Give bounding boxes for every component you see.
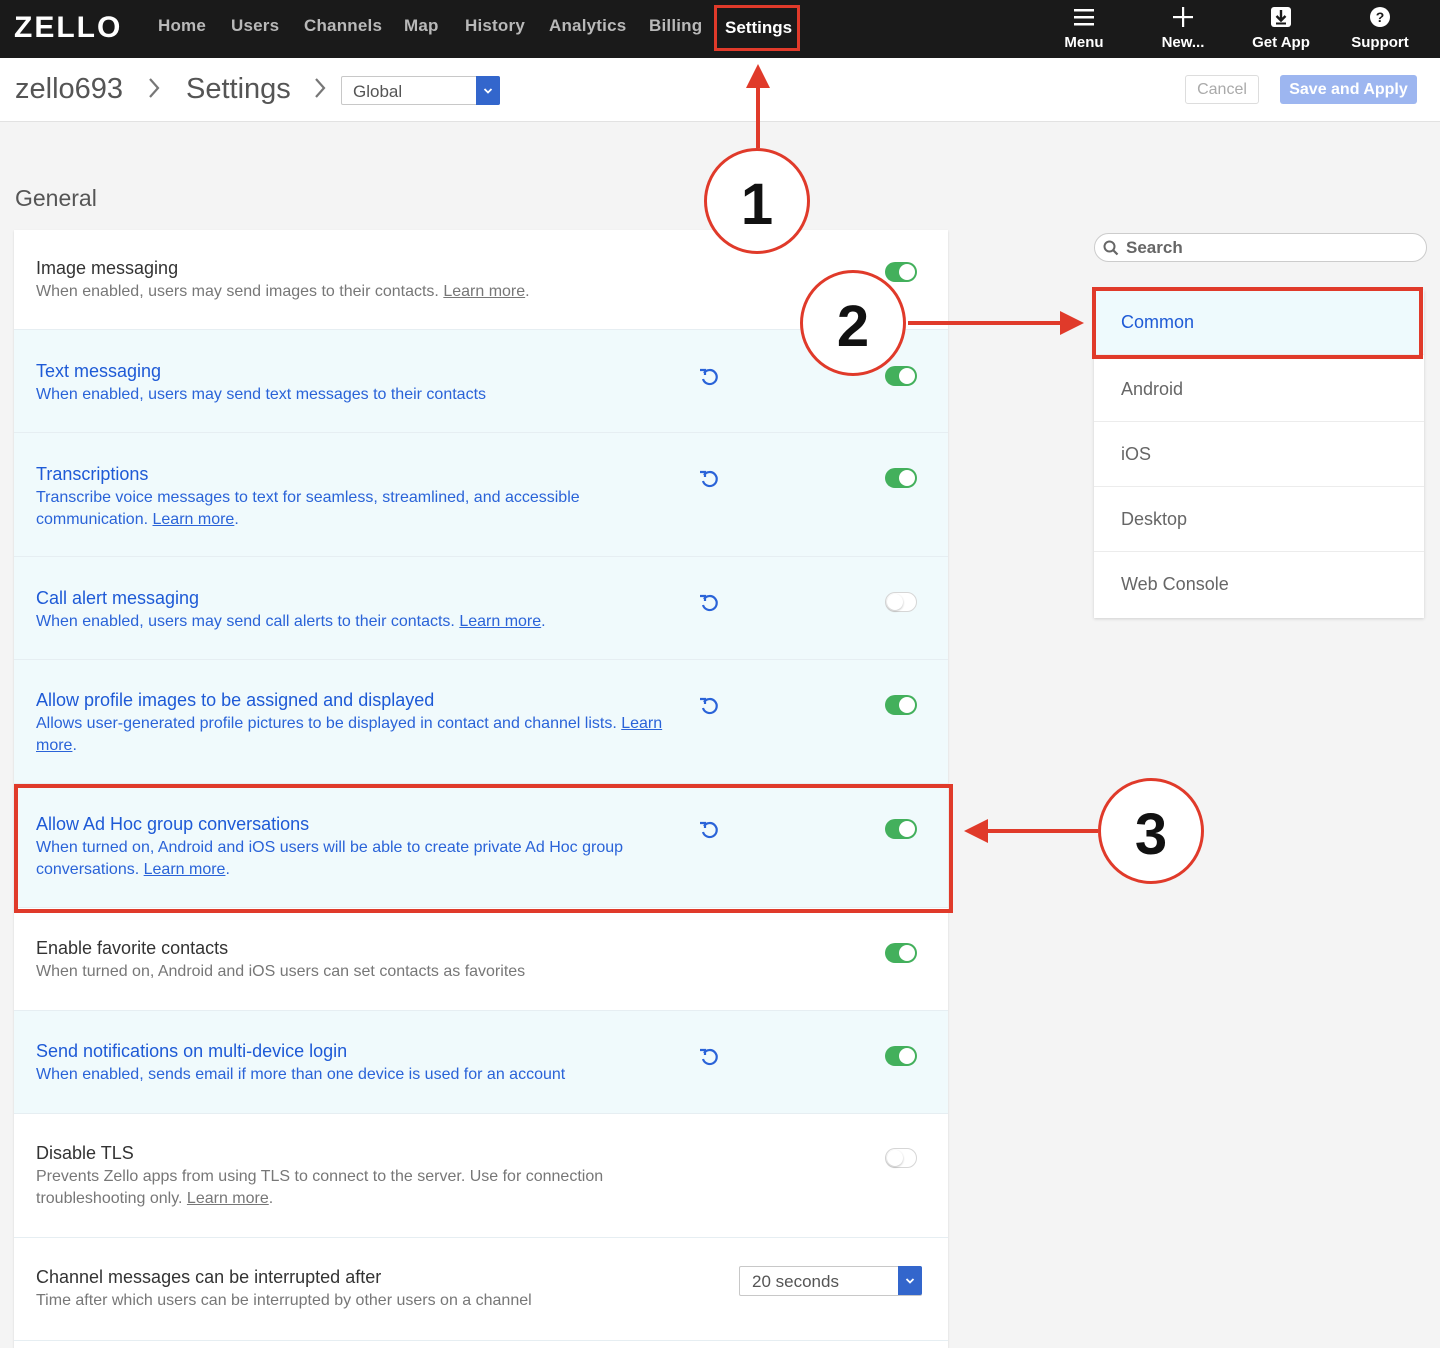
search-icon [1103, 240, 1119, 256]
nav-channels[interactable]: Channels [304, 16, 382, 36]
callout-1: 1 [704, 148, 810, 254]
interrupt-time-select[interactable]: 20 seconds [739, 1266, 922, 1296]
setting-toggle[interactable] [885, 1046, 917, 1066]
setting-title: Text messaging [36, 361, 162, 381]
setting-toggle[interactable] [885, 592, 917, 612]
reset-icon[interactable] [698, 591, 720, 613]
setting-title: Transcriptions [36, 464, 149, 484]
interrupt-time-value: 20 seconds [752, 1272, 839, 1291]
setting-row: Channel messages can be interrupted afte… [14, 1238, 948, 1341]
help-icon: ? [1370, 7, 1390, 27]
get-app-button[interactable]: Get App [1236, 4, 1326, 51]
setting-title: Image messaging [36, 258, 179, 278]
cancel-button[interactable]: Cancel [1185, 75, 1259, 104]
top-nav-bar: ZELLO Home Users Channels Map History An… [0, 0, 1440, 58]
setting-desc: Prevents Zello apps from using TLS to co… [36, 1168, 604, 1207]
breadcrumb-settings: Settings [186, 73, 291, 105]
setting-toggle[interactable] [885, 366, 917, 386]
setting-desc: When enabled, users may send call alerts… [36, 613, 546, 630]
page-header: zello693 Settings Global Cancel Save and… [0, 58, 1440, 122]
setting-row: Enable favorite contacts When turned on,… [14, 908, 948, 1011]
learn-more-link[interactable]: Learn more [459, 613, 541, 630]
setting-desc: When enabled, users may send text messag… [36, 386, 487, 403]
scope-select-value: Global [353, 82, 403, 101]
category-web-console[interactable]: Web Console [1094, 552, 1424, 617]
learn-more-link[interactable]: Learn more [187, 1190, 269, 1207]
search-input[interactable]: Search [1094, 233, 1427, 262]
new-label: New... [1161, 34, 1205, 51]
menu-label: Menu [1064, 34, 1104, 51]
support-label: Support [1351, 34, 1409, 51]
setting-desc: When turned on, Android and iOS users ca… [36, 963, 526, 980]
setting-desc: When enabled, sends email if more than o… [36, 1066, 566, 1083]
learn-more-link[interactable]: Learn more [153, 511, 235, 528]
setting-title: Allow profile images to be assigned and … [36, 690, 435, 710]
reset-icon[interactable] [698, 467, 720, 489]
scope-select-toggle[interactable] [476, 76, 500, 105]
callout-3: 3 [1098, 778, 1204, 884]
setting-row: Disable TLS Prevents Zello apps from usi… [14, 1114, 948, 1238]
setting-toggle[interactable] [885, 943, 917, 963]
nav-settings[interactable]: Settings [714, 5, 800, 51]
highlight-ad-hoc-setting [14, 784, 953, 913]
search-placeholder: Search [1126, 238, 1183, 257]
setting-desc: Allows user-generated profile pictures t… [36, 715, 663, 754]
chevron-down-icon [483, 87, 493, 94]
section-title: General [15, 185, 97, 211]
setting-title: Call alert messaging [36, 588, 200, 608]
setting-toggle[interactable] [885, 1148, 917, 1168]
setting-desc: When enabled, users may send images to t… [36, 283, 530, 300]
chevron-right-icon [315, 78, 326, 98]
reset-icon[interactable] [698, 694, 720, 716]
hamburger-icon [1074, 9, 1094, 26]
nav-home[interactable]: Home [158, 16, 206, 36]
support-button[interactable]: ? Support [1335, 4, 1425, 51]
plus-icon [1173, 7, 1193, 27]
category-android[interactable]: Android [1094, 357, 1424, 422]
scope-select[interactable]: Global [341, 76, 500, 105]
menu-button[interactable]: Menu [1039, 4, 1129, 51]
save-and-apply-button[interactable]: Save and Apply [1280, 75, 1417, 104]
interrupt-time-toggle[interactable] [898, 1266, 922, 1295]
chevron-right-icon [149, 78, 160, 98]
category-ios[interactable]: iOS [1094, 422, 1424, 487]
nav-settings-label: Settings [725, 18, 793, 37]
setting-row: Send notifications on multi-device login… [14, 1011, 948, 1114]
nav-billing[interactable]: Billing [649, 16, 702, 36]
svg-text:ZELLO: ZELLO [14, 12, 122, 40]
setting-desc: Time after which users can be interrupte… [36, 1292, 532, 1309]
setting-row: Transcriptions Transcribe voice messages… [14, 433, 948, 557]
setting-title: Channel messages can be interrupted afte… [36, 1267, 382, 1287]
svg-text:?: ? [1376, 9, 1385, 25]
setting-toggle[interactable] [885, 468, 917, 488]
download-icon [1271, 7, 1291, 27]
zello-logo[interactable]: ZELLO [14, 12, 130, 40]
learn-more-link[interactable]: Learn more [443, 283, 525, 300]
breadcrumb-account[interactable]: zello693 [15, 73, 123, 106]
category-desktop[interactable]: Desktop [1094, 487, 1424, 552]
setting-title: Enable favorite contacts [36, 938, 229, 958]
nav-map[interactable]: Map [404, 16, 439, 36]
new-button[interactable]: New... [1138, 4, 1228, 51]
nav-history[interactable]: History [465, 16, 525, 36]
nav-analytics[interactable]: Analytics [549, 16, 626, 36]
chevron-down-icon [905, 1277, 915, 1284]
nav-users[interactable]: Users [231, 16, 279, 36]
get-app-label: Get App [1252, 34, 1310, 51]
setting-toggle[interactable] [885, 695, 917, 715]
setting-toggle[interactable] [885, 262, 917, 282]
setting-title: Send notifications on multi-device login [36, 1041, 348, 1061]
setting-desc: Transcribe voice messages to text for se… [36, 489, 580, 528]
reset-icon[interactable] [698, 1045, 720, 1067]
callout-2: 2 [800, 270, 906, 376]
setting-row: Call alert messaging When enabled, users… [14, 557, 948, 660]
reset-icon[interactable] [698, 365, 720, 387]
setting-row: Allow profile images to be assigned and … [14, 660, 948, 784]
setting-title: Disable TLS [36, 1143, 134, 1163]
highlight-common [1092, 287, 1423, 359]
